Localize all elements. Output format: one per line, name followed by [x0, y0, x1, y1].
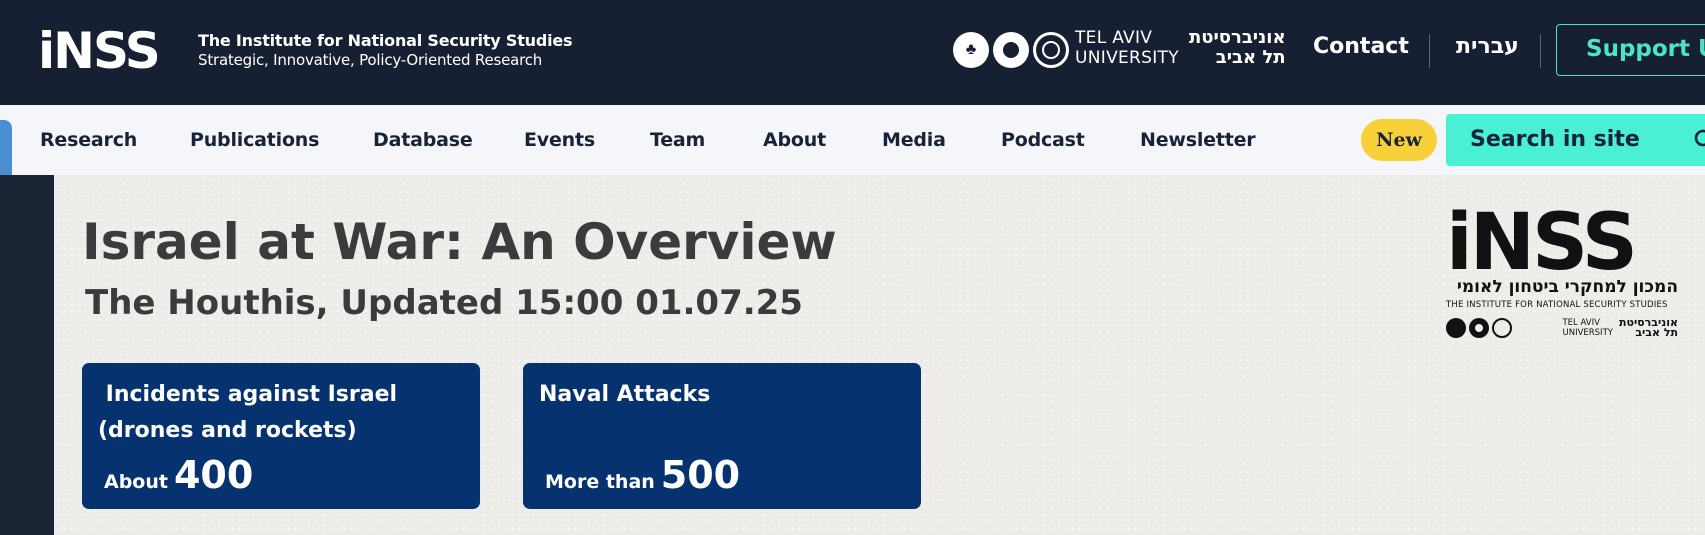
hebrew-language-link[interactable]: עברית — [1456, 34, 1519, 59]
tau-he-line2: תל אביב — [1215, 47, 1286, 68]
svg-text:iNSS: iNSS — [1446, 199, 1635, 275]
new-badge[interactable]: New — [1361, 119, 1437, 161]
side-logo-english-name: THE INSTITUTE FOR NATIONAL SECURITY STUD… — [1446, 300, 1668, 310]
inss-side-logo: iNSS המכון למחקרי ביטחון לאומי THE INSTI… — [1446, 199, 1686, 338]
inss-side-logo-mark: iNSS — [1446, 199, 1638, 275]
nav-item-publications[interactable]: Publications — [190, 129, 319, 151]
nav-item-team[interactable]: Team — [650, 129, 705, 151]
stat-card-naval-attacks[interactable]: Naval Attacks More than 500 — [523, 363, 921, 509]
inss-logo-icon: iNSS — [38, 26, 161, 74]
header-divider — [1540, 34, 1541, 68]
nav-item-newsletter[interactable]: Newsletter — [1140, 129, 1256, 151]
svg-text:iNSS: iNSS — [38, 26, 159, 74]
header-divider — [1429, 34, 1430, 68]
side-logo-hebrew-name: המכון למחקרי ביטחון לאומי — [1456, 277, 1678, 297]
stat-prefix: More than — [545, 471, 655, 493]
contact-link[interactable]: Contact — [1313, 34, 1409, 59]
ring-emblem-icon — [1492, 318, 1512, 338]
side-logo-emblems — [1446, 318, 1512, 338]
stat-card-title: Naval Attacks — [539, 382, 711, 407]
side-tau-en-line1: TEL AVIV — [1562, 318, 1600, 328]
page-title: Israel at War: An Overview — [82, 213, 837, 271]
stat-value: 400 — [173, 453, 254, 497]
nav-item-about[interactable]: About — [763, 129, 826, 151]
circle-emblem-icon — [993, 32, 1029, 68]
main-nav: Research Publications Database Events Te… — [0, 105, 1705, 175]
nav-item-database[interactable]: Database — [373, 129, 473, 151]
tau-he-line1: אוניברסיטת — [1188, 27, 1286, 48]
stat-value: 500 — [660, 453, 741, 497]
search-label: Search in site — [1470, 127, 1640, 152]
side-tau-he-line2: תל אביב — [1635, 326, 1678, 339]
tau-en-line1: TEL AVIV — [1075, 28, 1153, 48]
search-icon — [1694, 129, 1705, 147]
left-sidebar-strip — [0, 175, 54, 535]
nav-item-media[interactable]: Media — [882, 129, 946, 151]
stat-card-title: Incidents against Israel (drones and roc… — [98, 382, 398, 443]
stat-card-incidents[interactable]: Incidents against Israel (drones and roc… — [82, 363, 480, 509]
tau-emblem-circles[interactable]: ♣ — [953, 32, 1069, 68]
tree-emblem-icon — [1446, 318, 1466, 338]
site-search-button[interactable]: Search in site — [1446, 114, 1705, 166]
page-subtitle: The Houthis, Updated 15:00 01.07.25 — [85, 283, 803, 323]
side-tau-en-line2: UNIVERSITY — [1562, 328, 1613, 338]
tau-en-line2: UNIVERSITY — [1075, 48, 1179, 68]
tree-emblem-icon: ♣ — [953, 32, 989, 68]
ring-emblem-icon — [1033, 32, 1069, 68]
nav-item-podcast[interactable]: Podcast — [1001, 129, 1085, 151]
logo-tagline: Strategic, Innovative, Policy-Oriented R… — [198, 51, 543, 69]
nav-item-research[interactable]: Research — [40, 129, 137, 151]
top-header: iNSS The Institute for National Security… — [0, 0, 1705, 105]
stat-prefix: About — [104, 471, 168, 493]
inss-logo-link[interactable]: iNSS The Institute for National Security… — [38, 26, 573, 74]
main-content: Israel at War: An Overview The Houthis, … — [54, 175, 1705, 535]
logo-title: The Institute for National Security Stud… — [198, 31, 573, 50]
tel-aviv-university-logo[interactable]: TEL AVIV UNIVERSITY אוניברסיטת תל אביב — [1075, 27, 1286, 69]
circle-emblem-icon — [1469, 318, 1489, 338]
nav-item-events[interactable]: Events — [524, 129, 595, 151]
support-us-button[interactable]: Support Us — [1556, 24, 1705, 76]
